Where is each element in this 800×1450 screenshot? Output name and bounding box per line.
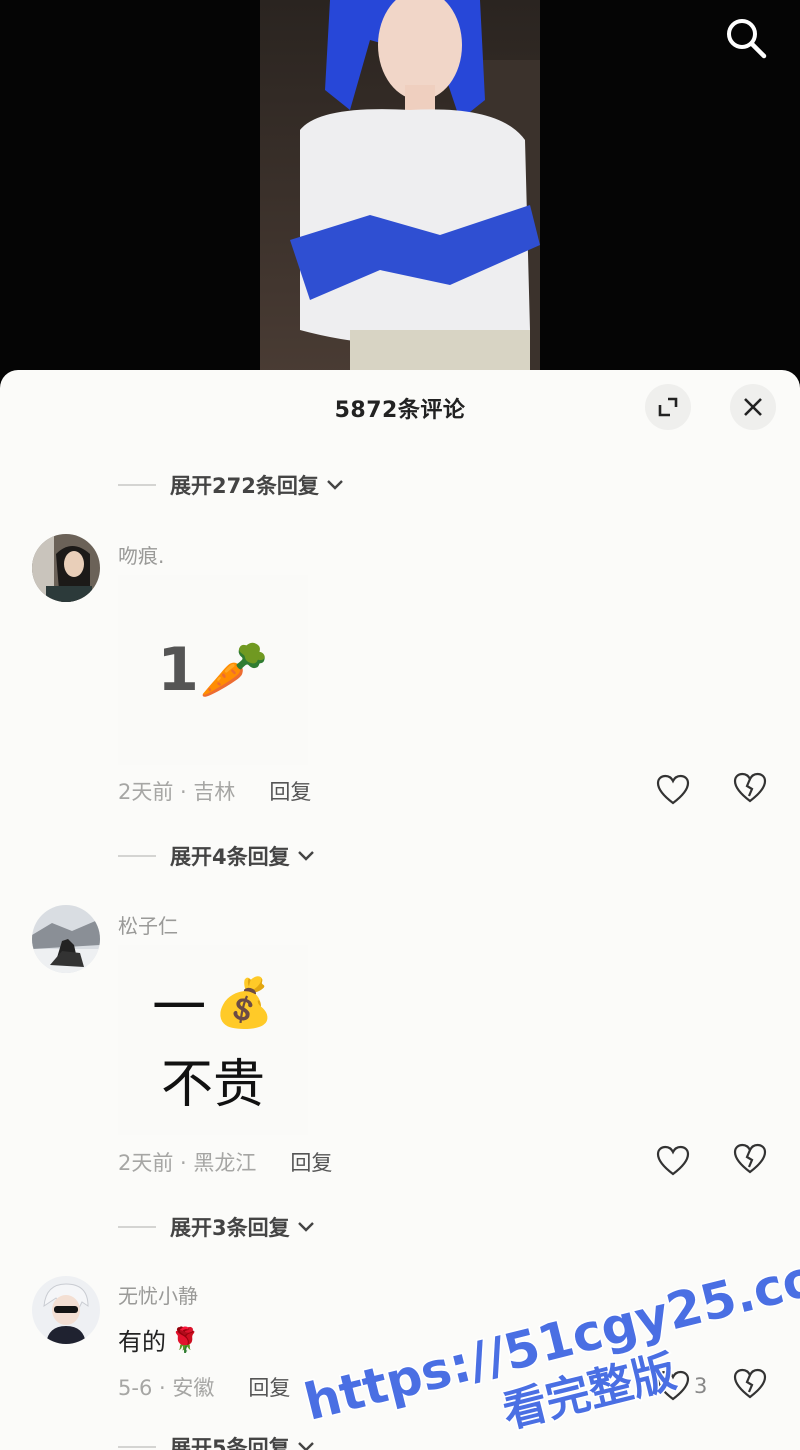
- expand-replies-row[interactable]: 展开4条回复: [118, 841, 316, 871]
- video-player[interactable]: [0, 0, 800, 380]
- avatar-image: [32, 1276, 100, 1344]
- like-button[interactable]: 3: [656, 1368, 736, 1404]
- sticker-text-line1: 一: [152, 976, 207, 1039]
- search-icon: [727, 19, 767, 59]
- expand-replies-label: 展开5条回复: [170, 1436, 290, 1450]
- reply-button[interactable]: 回复: [269, 776, 311, 806]
- comment-username[interactable]: 松子仁: [118, 910, 178, 939]
- chevron-down-icon: [297, 1442, 314, 1450]
- comment-time-location: 2天前 · 吉林: [118, 780, 236, 804]
- video-thumbnail: [260, 0, 540, 380]
- expand-icon: [658, 397, 678, 417]
- chevron-down-icon: [297, 1222, 314, 1232]
- money-bag-icon: 💰: [214, 975, 274, 1031]
- divider-line: [118, 484, 156, 486]
- expand-replies-label: 展开272条回复: [170, 474, 319, 498]
- chevron-down-icon: [297, 851, 314, 861]
- comment-username[interactable]: 吻痕.: [118, 540, 164, 569]
- broken-heart-icon: [733, 1368, 767, 1399]
- dislike-button[interactable]: [732, 1368, 770, 1404]
- comment-meta: 2天前 · 吉林 回复: [118, 776, 311, 806]
- search-button[interactable]: [722, 14, 770, 62]
- broken-heart-icon: [733, 1143, 767, 1174]
- like-button[interactable]: [656, 772, 692, 808]
- dislike-button[interactable]: [732, 772, 770, 808]
- expand-replies-row[interactable]: 展开5条回复: [118, 1432, 316, 1450]
- close-button[interactable]: [730, 384, 776, 430]
- comment-text-body: 有的: [118, 1328, 166, 1356]
- video-frame[interactable]: [260, 0, 540, 380]
- comment-meta: 5-6 · 安徽 回复: [118, 1372, 290, 1402]
- reply-button[interactable]: 回复: [290, 1147, 332, 1177]
- heart-icon: [656, 774, 690, 805]
- heart-icon: [656, 1145, 690, 1176]
- divider-line: [118, 1226, 156, 1228]
- reply-button[interactable]: 回复: [248, 1372, 290, 1402]
- avatar[interactable]: [32, 905, 100, 973]
- chevron-down-icon: [326, 480, 343, 490]
- comment-time-location: 2天前 · 黑龙江: [118, 1151, 257, 1175]
- carrot-icon: 🥕: [199, 638, 269, 703]
- close-icon: [744, 398, 762, 416]
- sticker-text-line2: 不贵: [160, 1055, 265, 1115]
- comment-meta: 2天前 · 黑龙江 回复: [118, 1147, 332, 1177]
- avatar-image: [32, 905, 100, 973]
- rose-icon: 🌹: [170, 1325, 200, 1354]
- comments-sheet: 5872条评论 展开272条回复 吻痕. 1 🥕 2天前 · 吉林 回复 展开4…: [0, 370, 800, 1450]
- broken-heart-icon: [733, 772, 767, 803]
- avatar[interactable]: [32, 1276, 100, 1344]
- expand-replies-label: 展开4条回复: [170, 845, 290, 869]
- like-button[interactable]: [656, 1143, 692, 1179]
- comment-time-location: 5-6 · 安徽: [118, 1376, 215, 1400]
- comment-sticker: 1 🥕: [118, 575, 308, 765]
- dislike-button[interactable]: [732, 1143, 770, 1179]
- comment-text: 有的 🌹: [118, 1322, 200, 1357]
- divider-line: [118, 855, 156, 857]
- expand-replies-row[interactable]: 展开272条回复: [118, 470, 345, 500]
- like-count: 3: [694, 1374, 708, 1398]
- sticker-text: 1: [157, 635, 199, 705]
- expand-replies-label: 展开3条回复: [170, 1216, 290, 1240]
- avatar-image: [32, 534, 100, 602]
- expand-button[interactable]: [645, 384, 691, 430]
- divider-line: [118, 1446, 156, 1448]
- expand-replies-row[interactable]: 展开3条回复: [118, 1212, 316, 1242]
- heart-icon: [656, 1370, 690, 1401]
- comment-sticker: 一 💰 不贵: [118, 945, 308, 1135]
- comment-username[interactable]: 无忧小静: [118, 1280, 198, 1309]
- avatar[interactable]: [32, 534, 100, 602]
